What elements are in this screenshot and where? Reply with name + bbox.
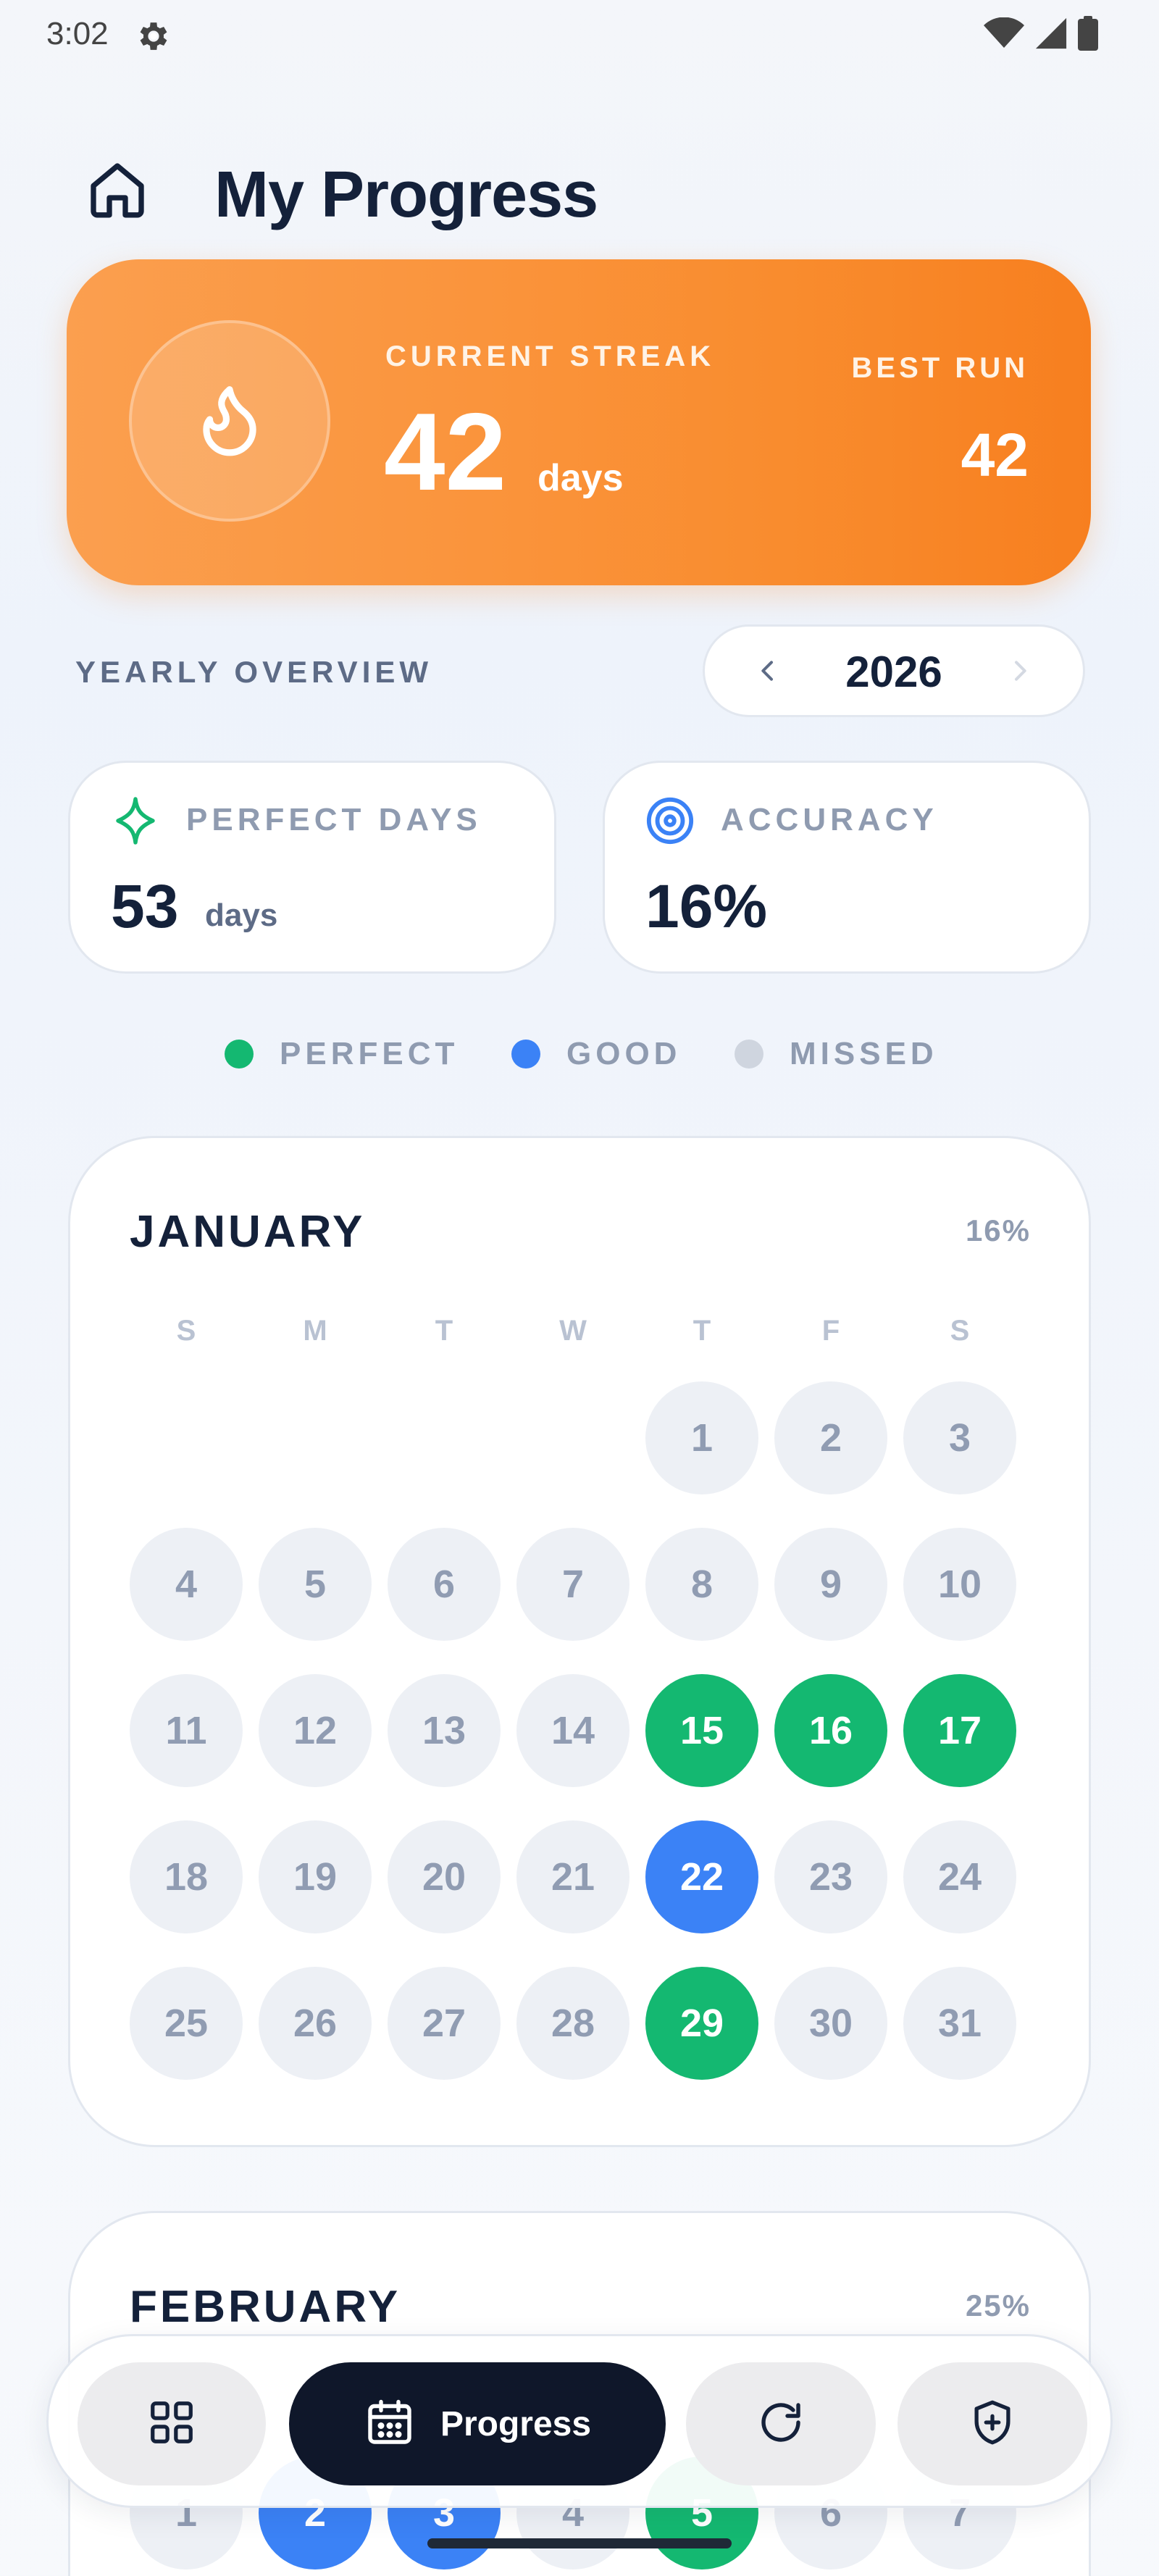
calendar-day-good[interactable]: 22 — [645, 1820, 758, 1933]
legend-good-label: GOOD — [566, 1036, 682, 1071]
calendar-day-perfect[interactable]: 15 — [645, 1674, 758, 1787]
nav-shield-button[interactable] — [898, 2362, 1087, 2485]
settings-gear-icon — [135, 17, 172, 55]
calendar-day-missed[interactable]: 14 — [516, 1674, 629, 1787]
calendar-day-missed[interactable]: 4 — [130, 1528, 243, 1641]
calendar-icon — [364, 2396, 416, 2452]
calendar-day-missed[interactable]: 19 — [259, 1820, 372, 1933]
month-percent: 25% — [965, 2288, 1031, 2322]
legend-perfect: PERFECT — [225, 1036, 459, 1072]
weekday-header: S — [176, 1315, 196, 1347]
status-time: 3:02 — [46, 16, 109, 51]
calendar-day-perfect[interactable]: 29 — [645, 1967, 758, 2080]
nav-progress-button[interactable]: Progress — [289, 2362, 666, 2485]
calendar-day-missed[interactable]: 2 — [774, 1381, 887, 1494]
calendar-day-missed[interactable]: 25 — [130, 1967, 243, 2080]
calendar-day-missed[interactable]: 18 — [130, 1820, 243, 1933]
weekday-header: T — [435, 1315, 453, 1347]
current-streak-unit: days — [537, 457, 624, 499]
grid-icon — [146, 2397, 197, 2451]
calendar-day-missed[interactable]: 27 — [388, 1967, 501, 2080]
best-run-value: 42 — [961, 421, 1029, 489]
calendar-day-missed[interactable]: 6 — [388, 1528, 501, 1641]
legend-good: GOOD — [511, 1036, 681, 1072]
weekday-header: W — [559, 1315, 587, 1347]
calendar-day-missed[interactable]: 31 — [903, 1967, 1016, 2080]
home-button[interactable] — [81, 155, 154, 227]
month-card-january: JANUARY 16% S M T W T F S 1 2 3 4 5 6 7 8 9 10 11 12 13 14 15… — [68, 1136, 1091, 2147]
year-picker: 2026 — [703, 624, 1085, 717]
calendar-day-missed[interactable]: 23 — [774, 1820, 887, 1933]
accuracy-value: 16% — [645, 872, 768, 940]
streak-card: CURRENT STREAK 42 days BEST RUN 42 — [67, 259, 1091, 585]
perfect-dot-icon — [225, 1040, 254, 1069]
legend-perfect-label: PERFECT — [280, 1036, 459, 1071]
month-percent: 16% — [965, 1213, 1031, 1247]
calendar-day-missed[interactable]: 12 — [259, 1674, 372, 1787]
shield-plus-icon — [967, 2397, 1018, 2451]
accuracy-card: ACCURACY 16% — [603, 761, 1091, 974]
legend-missed-label: MISSED — [790, 1036, 938, 1071]
calendar-day-missed[interactable]: 30 — [774, 1967, 887, 2080]
page-header: My Progress — [0, 145, 1159, 239]
home-icon — [85, 158, 149, 225]
yearly-overview-label: YEARLY OVERVIEW — [75, 655, 433, 689]
calendar-day-missed[interactable]: 24 — [903, 1820, 1016, 1933]
flame-icon — [190, 380, 269, 463]
weekday-header: F — [821, 1315, 840, 1347]
nav-dashboard-button[interactable] — [78, 2362, 266, 2485]
wifi-icon — [984, 17, 1024, 53]
calendar-day-missed[interactable]: 8 — [645, 1528, 758, 1641]
battery-icon — [1078, 16, 1098, 54]
calendar-legend: PERFECT GOOD MISSED — [0, 1036, 1159, 1079]
flame-badge — [129, 320, 330, 522]
calendar-day-missed[interactable]: 9 — [774, 1528, 887, 1641]
sparkle-icon — [108, 793, 163, 848]
status-bar: 3:02 — [0, 0, 1159, 70]
cellular-signal-icon — [1034, 17, 1068, 54]
good-dot-icon — [511, 1040, 540, 1069]
calendar-day-missed[interactable]: 10 — [903, 1528, 1016, 1641]
target-icon — [643, 793, 698, 848]
calendar-day-missed[interactable]: 1 — [645, 1381, 758, 1494]
nav-progress-label: Progress — [440, 2404, 592, 2443]
weekday-header: T — [693, 1315, 711, 1347]
current-streak-value: 42 — [384, 390, 507, 514]
calendar-day-missed[interactable]: 3 — [903, 1381, 1016, 1494]
month-name: FEBRUARY — [130, 2282, 401, 2332]
calendar-day-missed[interactable]: 20 — [388, 1820, 501, 1933]
calendar-day-missed[interactable]: 13 — [388, 1674, 501, 1787]
month-name: JANUARY — [130, 1207, 366, 1257]
legend-missed: MISSED — [735, 1036, 938, 1072]
weekday-header: M — [303, 1315, 327, 1347]
status-icons — [984, 16, 1098, 54]
page-title: My Progress — [214, 159, 598, 231]
calendar-day-missed[interactable]: 5 — [259, 1528, 372, 1641]
home-indicator[interactable] — [427, 2538, 732, 2548]
refresh-icon — [755, 2396, 807, 2452]
next-year-button[interactable] — [995, 647, 1045, 698]
calendar-day-missed[interactable]: 28 — [516, 1967, 629, 2080]
perfect-days-card: PERFECT DAYS 53 days — [68, 761, 556, 974]
calendar-day-missed[interactable]: 26 — [259, 1967, 372, 2080]
perfect-days-label: PERFECT DAYS — [186, 802, 482, 837]
nav-refresh-button[interactable] — [686, 2362, 876, 2485]
best-run-label: BEST RUN — [851, 352, 1029, 384]
current-streak-label: CURRENT STREAK — [385, 340, 716, 372]
weekday-header: S — [950, 1315, 970, 1347]
calendar-day-missed[interactable]: 21 — [516, 1820, 629, 1933]
perfect-days-unit: days — [205, 898, 278, 933]
bottom-navigation: Progress — [46, 2334, 1113, 2508]
chevron-right-icon — [1005, 656, 1034, 689]
calendar-day-missed[interactable]: 7 — [516, 1528, 629, 1641]
perfect-days-value: 53 — [111, 872, 179, 940]
calendar-day-perfect[interactable]: 17 — [903, 1674, 1016, 1787]
missed-dot-icon — [735, 1040, 763, 1069]
calendar-day-perfect[interactable]: 16 — [774, 1674, 887, 1787]
accuracy-label: ACCURACY — [721, 802, 938, 837]
calendar-day-missed[interactable]: 11 — [130, 1674, 243, 1787]
